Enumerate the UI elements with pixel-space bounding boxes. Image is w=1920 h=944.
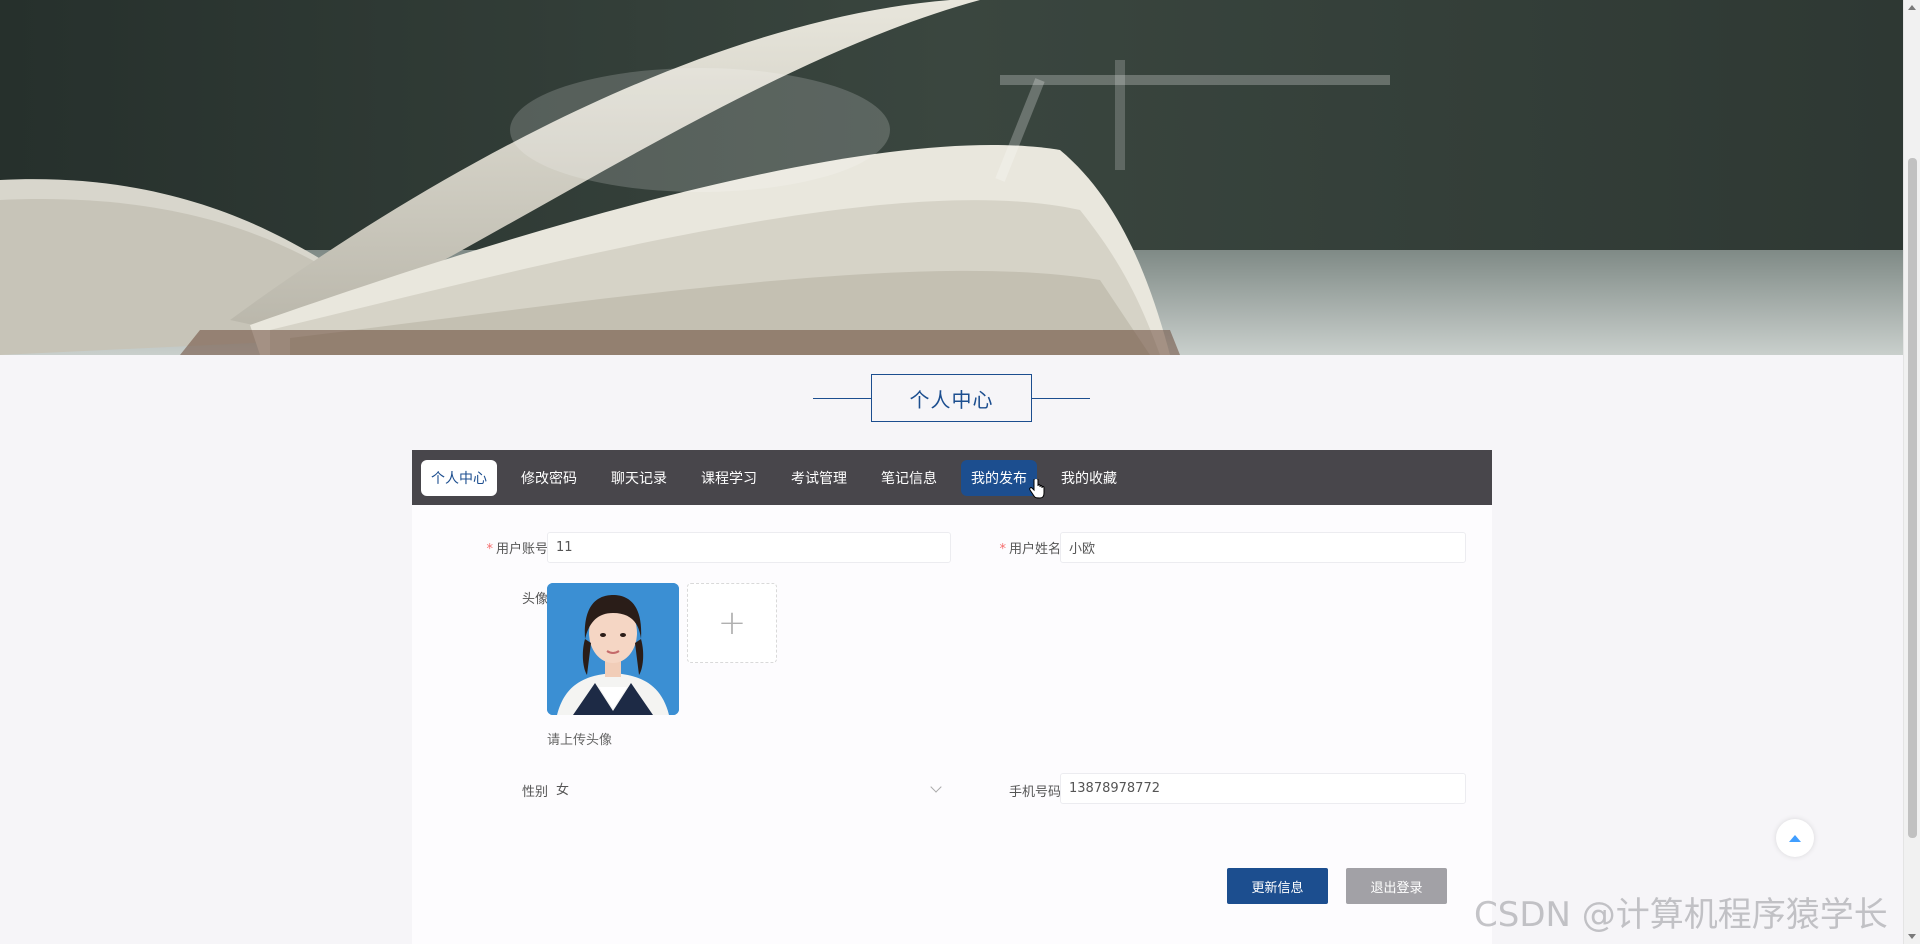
scrollbar-thumb[interactable] [1908, 158, 1917, 838]
phone-input[interactable]: 13878978772 [1060, 773, 1466, 804]
watermark: CSDN @计算机程序猿学长 [1474, 895, 1888, 935]
tab-change-password[interactable]: 修改密码 [511, 460, 587, 496]
logout-button[interactable]: 退出登录 [1346, 868, 1447, 904]
account-label: * 用户账号 [452, 538, 548, 557]
section-heading: 个人中心 [813, 374, 1090, 422]
avatar-label: 头像 [521, 592, 548, 607]
name-input[interactable]: 小欧 [1060, 532, 1466, 563]
back-to-top-button[interactable] [1776, 819, 1814, 857]
banner-image [0, 0, 1903, 355]
arrow-up-icon [1789, 834, 1801, 842]
gender-select[interactable]: 女 [547, 773, 951, 804]
heading-line-right [1030, 398, 1090, 399]
tab-notes[interactable]: 笔记信息 [871, 460, 947, 496]
chevron-down-icon [930, 781, 942, 793]
tab-bar: 个人中心 修改密码 聊天记录 课程学习 考试管理 笔记信息 我的发布 我的收藏 [412, 450, 1492, 505]
tab-personal-center[interactable]: 个人中心 [421, 459, 497, 496]
hand-cursor-icon [1029, 478, 1045, 503]
heading-line-left [813, 398, 873, 399]
phone-label: 手机号码 [1008, 785, 1061, 800]
update-info-button[interactable]: 更新信息 [1227, 868, 1328, 904]
avatar-image [547, 583, 679, 715]
avatar-hint: 请上传头像 [547, 733, 613, 748]
profile-panel: 个人中心 修改密码 聊天记录 课程学习 考试管理 笔记信息 我的发布 我的收藏 … [412, 450, 1492, 944]
tab-exam-management[interactable]: 考试管理 [781, 460, 857, 496]
plus-icon: + [717, 603, 747, 643]
tab-my-favorites[interactable]: 我的收藏 [1051, 460, 1127, 496]
page-title: 个人中心 [871, 374, 1032, 422]
page-scrollbar[interactable] [1903, 0, 1920, 944]
tab-chat-records[interactable]: 聊天记录 [601, 460, 677, 496]
required-mark: * [999, 542, 1006, 557]
account-label-text: 用户账号 [495, 542, 548, 557]
avatar-upload-button[interactable]: + [687, 583, 777, 663]
name-value: 小欧 [1069, 542, 1096, 557]
account-value: 11 [556, 540, 573, 555]
name-label-text: 用户姓名 [1008, 542, 1061, 557]
scroll-down-icon[interactable] [1908, 934, 1916, 939]
gender-value: 女 [556, 783, 570, 798]
tab-course-study[interactable]: 课程学习 [691, 460, 767, 496]
gender-label: 性别 [521, 785, 548, 800]
account-input[interactable]: 11 [547, 532, 951, 563]
tab-my-posts[interactable]: 我的发布 [961, 459, 1037, 496]
phone-value: 13878978772 [1069, 781, 1160, 796]
required-mark: * [486, 542, 493, 557]
name-label: * 用户姓名 [965, 538, 1061, 557]
scroll-up-icon[interactable] [1908, 5, 1916, 10]
